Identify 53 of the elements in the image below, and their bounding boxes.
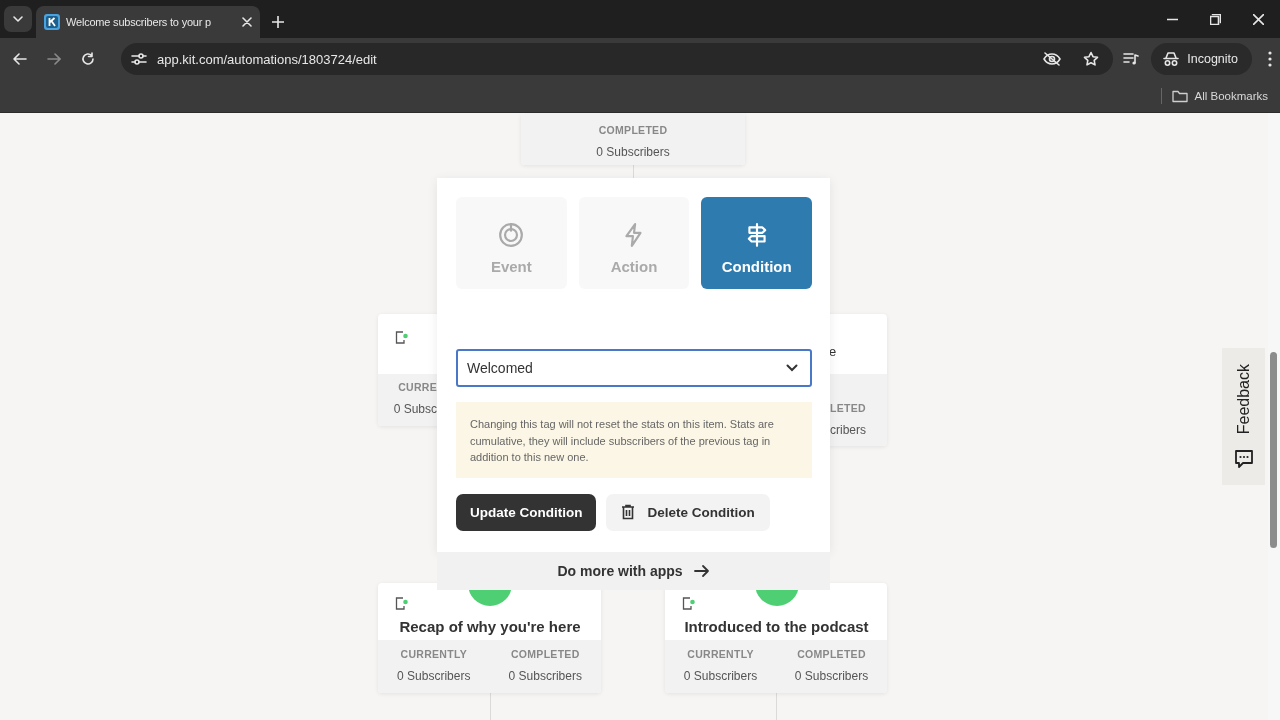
scrollbar-thumb[interactable] [1270,352,1277,548]
profile-button[interactable]: Incognito [1151,43,1252,75]
close-icon[interactable] [242,17,252,27]
feedback-button[interactable]: Feedback [1222,348,1265,485]
forward-icon [47,52,61,66]
arrow-right-icon [693,564,710,578]
stat-label: COMPLETED [509,648,581,660]
stat-label: CURRE [397,381,437,393]
node-title: Recap of why you're here [398,618,582,635]
site-settings-icon[interactable] [131,52,147,66]
site-logo-icon [44,14,60,30]
stat-value: 0 Subscribers [794,669,869,683]
stat-label: CURRENTLY [399,648,468,660]
automation-node[interactable]: Recap of why you're here CURRENTLY 0 Subscribers COMPLETED 0 Subscribers [378,583,601,693]
stat-value: 0 Subscribers [508,669,582,683]
address-bar[interactable]: app.kit.com/automations/1803724/edit [121,43,1114,75]
restore-icon[interactable] [1210,13,1221,25]
notice-text: Changing this tag will not reset the stats on this item. Stats are cumulative, they will include subscribers of the previous tag in addition to this new one. [456,402,812,478]
target-icon [498,221,525,248]
media-queue-icon[interactable] [1123,52,1140,66]
eye-off-icon[interactable] [1043,52,1062,66]
stat-label: COMPLETED [796,648,867,660]
incognito-icon [1163,52,1180,66]
chevron-down-icon [786,364,798,372]
stat-value: cribers [830,423,866,437]
stat-label: CURRENTLY [686,648,755,660]
tab[interactable]: Condition [701,197,812,289]
tag-select[interactable]: Welcomed [456,349,812,387]
node-title: Introduced to the podcast [683,618,870,635]
chat-icon [1233,448,1254,469]
stat-value: 0 Subsc [392,402,437,416]
trash-icon [621,504,636,520]
apps-link[interactable]: Do more with apps [437,552,830,590]
stat-value: 0 Subscribers [596,145,670,159]
bookmarks-folder[interactable]: All Bookmarks [1171,89,1268,103]
menu-icon[interactable] [1268,51,1272,67]
folder-icon [1171,89,1188,103]
automation-node[interactable]: Introduced to the podcast CURRENTLY 0 Subscribers COMPLETED 0 Subscribers [665,583,887,693]
node-title: e [829,344,838,359]
new-tab-icon[interactable] [272,16,284,28]
delete-button[interactable]: Delete Condition [606,493,770,531]
reload-icon[interactable] [81,52,95,66]
update-button[interactable]: Update Condition [456,493,597,531]
stat-value: 0 Subscribers [397,669,471,683]
stat-label: COMPLETED [597,124,669,136]
tab-search-button[interactable] [4,6,32,32]
star-icon[interactable] [1083,51,1100,67]
back-icon[interactable] [13,52,27,66]
automation-node[interactable]: COMPLETED 0 Subscribers [521,113,745,165]
close-icon[interactable] [1253,13,1264,25]
stat-label: LETED [830,402,866,414]
browser-tab[interactable]: Welcome subscribers to your p [36,6,260,38]
stat-value: 0 Subscribers [683,669,758,683]
